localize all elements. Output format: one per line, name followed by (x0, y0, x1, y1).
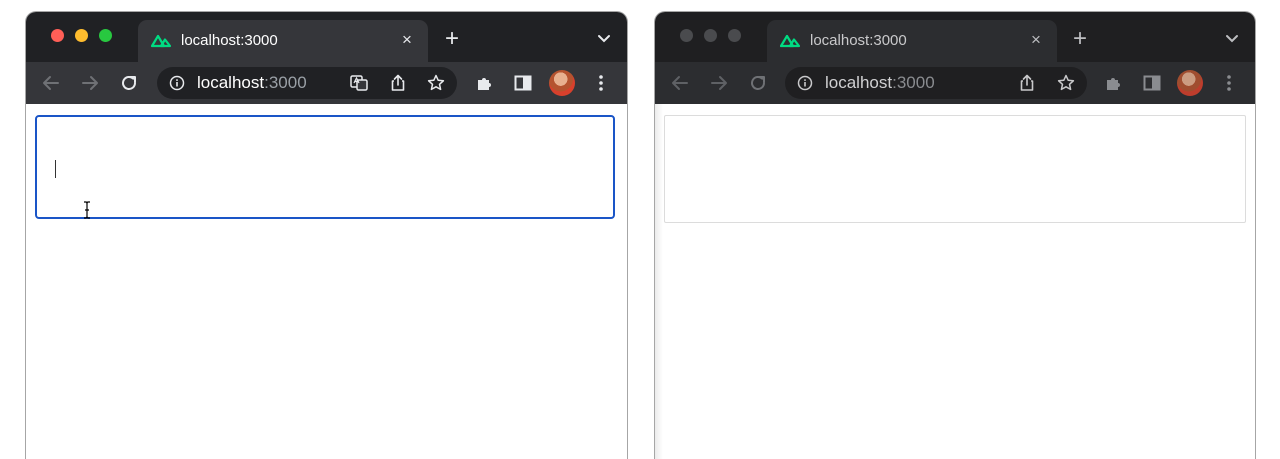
kebab-menu-icon[interactable] (590, 72, 612, 94)
kebab-menu-icon[interactable] (1218, 72, 1240, 94)
title-bar: localhost:3000 × + (26, 12, 627, 62)
window-minimize-button[interactable] (75, 29, 88, 42)
page-content (26, 104, 627, 459)
url-text: localhost:3000 (197, 73, 307, 93)
browser-tab[interactable]: localhost:3000 × (138, 20, 428, 62)
side-panel-icon[interactable] (512, 72, 534, 94)
share-icon[interactable] (1017, 73, 1037, 93)
star-icon[interactable] (426, 73, 446, 93)
window-close-button[interactable] (51, 29, 64, 42)
window-maximize-button[interactable] (728, 29, 741, 42)
window-edge-shadow (655, 104, 663, 459)
new-tab-button[interactable]: + (1069, 27, 1091, 51)
address-bar[interactable]: localhost:3000 (157, 67, 457, 99)
share-icon[interactable] (388, 73, 408, 93)
url-port: :3000 (264, 73, 307, 92)
title-bar: localhost:3000 × + (655, 12, 1255, 62)
tab-title: localhost:3000 (181, 32, 278, 49)
text-editor[interactable] (35, 115, 615, 219)
address-bar[interactable]: localhost:3000 (785, 67, 1087, 99)
chevron-down-icon[interactable] (1223, 30, 1241, 48)
avatar[interactable] (549, 70, 575, 96)
browser-window-left: localhost:3000 × + localhost:3000 (26, 12, 627, 459)
nuxt-logo-icon (780, 34, 800, 48)
chevron-down-icon[interactable] (595, 30, 613, 48)
window-maximize-button[interactable] (99, 29, 112, 42)
browser-tab[interactable]: localhost:3000 × (767, 20, 1057, 62)
url-port: :3000 (892, 73, 935, 92)
info-circle-icon[interactable] (169, 75, 185, 91)
text-editor[interactable] (664, 115, 1246, 223)
side-panel-icon[interactable] (1141, 72, 1163, 94)
tab-title: localhost:3000 (810, 32, 907, 49)
tab-close-icon[interactable]: × (1027, 31, 1045, 49)
browser-window-right: localhost:3000 × + localhost:3000 (655, 12, 1255, 459)
reload-icon[interactable] (118, 72, 140, 94)
text-caret (55, 160, 56, 178)
ibeam-cursor-icon (84, 201, 90, 219)
url-host: localhost (197, 73, 265, 92)
arrow-left-icon[interactable] (669, 72, 691, 94)
window-minimize-button[interactable] (704, 29, 717, 42)
nuxt-logo-icon (151, 34, 171, 48)
reload-icon[interactable] (747, 72, 769, 94)
screen: localhost:3000 × + localhost:3000 localh… (0, 0, 1280, 459)
toolbar: localhost:3000 (26, 62, 627, 104)
arrow-left-icon[interactable] (40, 72, 62, 94)
info-circle-icon[interactable] (797, 75, 813, 91)
page-content (655, 104, 1255, 459)
tab-close-icon[interactable]: × (398, 31, 416, 49)
toolbar: localhost:3000 (655, 62, 1255, 104)
puzzle-icon[interactable] (1103, 72, 1125, 94)
arrow-right-icon[interactable] (79, 72, 101, 94)
url-text: localhost:3000 (825, 73, 935, 93)
avatar[interactable] (1177, 70, 1203, 96)
window-close-button[interactable] (680, 29, 693, 42)
puzzle-icon[interactable] (474, 72, 496, 94)
translate-icon[interactable] (349, 73, 369, 93)
arrow-right-icon[interactable] (708, 72, 730, 94)
url-host: localhost (825, 73, 893, 92)
star-icon[interactable] (1056, 73, 1076, 93)
new-tab-button[interactable]: + (441, 27, 463, 51)
